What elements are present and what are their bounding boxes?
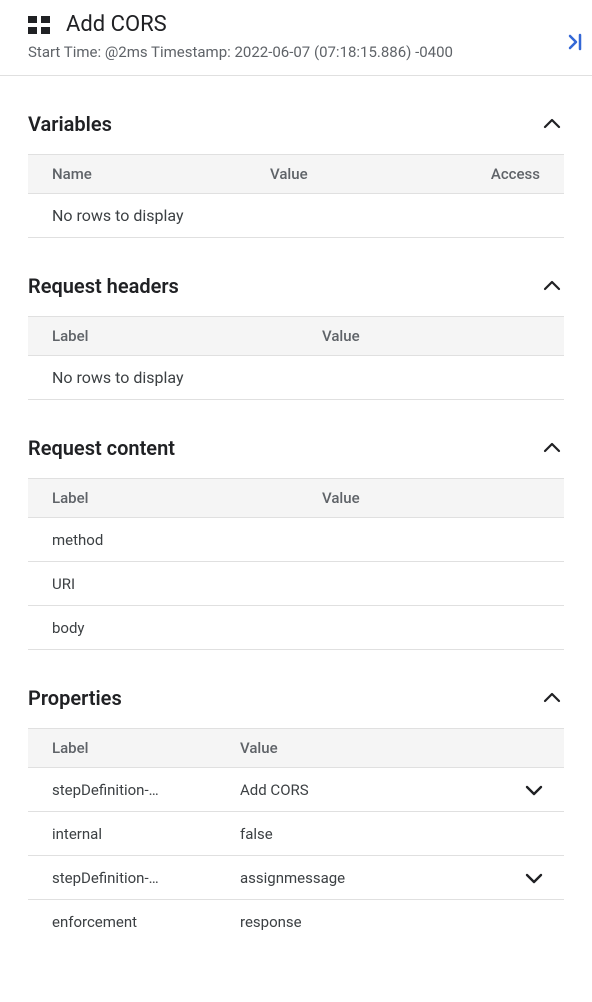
panel-header: Add CORS Start Time: @2ms Timestamp: 202…: [0, 0, 592, 76]
section-title: Request headers: [28, 274, 179, 298]
table-row: internal false: [28, 812, 564, 856]
section-header-properties[interactable]: Properties: [28, 686, 564, 710]
chevron-up-icon: [540, 112, 564, 136]
chevron-up-icon: [540, 274, 564, 298]
col-value: Value: [216, 739, 516, 757]
chevron-down-icon[interactable]: [516, 868, 564, 888]
cell-value: response: [216, 903, 516, 941]
cell-label: enforcement: [28, 903, 216, 941]
section-header-request-headers[interactable]: Request headers: [28, 274, 564, 298]
cell-label: method: [28, 521, 298, 559]
section-request-content: Request content Label Value method URI b…: [28, 436, 564, 650]
section-header-request-content[interactable]: Request content: [28, 436, 564, 460]
col-value: Value: [246, 165, 467, 183]
section-header-variables[interactable]: Variables: [28, 112, 564, 136]
properties-table-header: Label Value: [28, 728, 564, 768]
header-subtitle: Start Time: @2ms Timestamp: 2022-06-07 (…: [28, 43, 564, 61]
cell-value: Add CORS: [216, 771, 516, 809]
section-properties: Properties Label Value stepDefinition-… …: [28, 686, 564, 944]
col-access: Access: [467, 165, 564, 183]
table-row[interactable]: stepDefinition-… assignmessage: [28, 856, 564, 900]
request-headers-table-header: Label Value: [28, 316, 564, 356]
chevron-up-icon: [540, 436, 564, 460]
col-label: Label: [28, 327, 298, 345]
page-title: Add CORS: [66, 12, 167, 37]
section-request-headers: Request headers Label Value No rows to d…: [28, 274, 564, 400]
cell-value: [298, 574, 564, 594]
cell-label: internal: [28, 815, 216, 853]
col-name: Name: [28, 165, 246, 183]
variables-empty: No rows to display: [28, 194, 564, 238]
chevron-down-icon[interactable]: [516, 780, 564, 800]
table-row: body: [28, 606, 564, 650]
table-row[interactable]: stepDefinition-… Add CORS: [28, 768, 564, 812]
cell-label: URI: [28, 565, 298, 603]
chevron-up-icon: [540, 686, 564, 710]
table-row: method: [28, 518, 564, 562]
cell-value: assignmessage: [216, 859, 516, 897]
col-label: Label: [28, 739, 216, 757]
col-value: Value: [298, 489, 564, 507]
cell-value: [298, 618, 564, 638]
request-content-table-header: Label Value: [28, 478, 564, 518]
section-variables: Variables Name Value Access No rows to d…: [28, 112, 564, 238]
col-value: Value: [298, 327, 564, 345]
section-title: Request content: [28, 436, 175, 460]
cell-label: stepDefinition-…: [28, 859, 216, 897]
table-row: enforcement response: [28, 900, 564, 944]
cell-value: false: [216, 815, 516, 853]
request-headers-empty: No rows to display: [28, 356, 564, 400]
section-title: Properties: [28, 686, 122, 710]
cell-value: [298, 530, 564, 550]
app-grid-icon: [28, 16, 52, 34]
cell-label: stepDefinition-…: [28, 771, 216, 809]
section-title: Variables: [28, 112, 112, 136]
col-label: Label: [28, 489, 298, 507]
variables-table-header: Name Value Access: [28, 154, 564, 194]
cell-label: body: [28, 609, 298, 647]
collapse-panel-icon[interactable]: [566, 32, 586, 56]
table-row: URI: [28, 562, 564, 606]
